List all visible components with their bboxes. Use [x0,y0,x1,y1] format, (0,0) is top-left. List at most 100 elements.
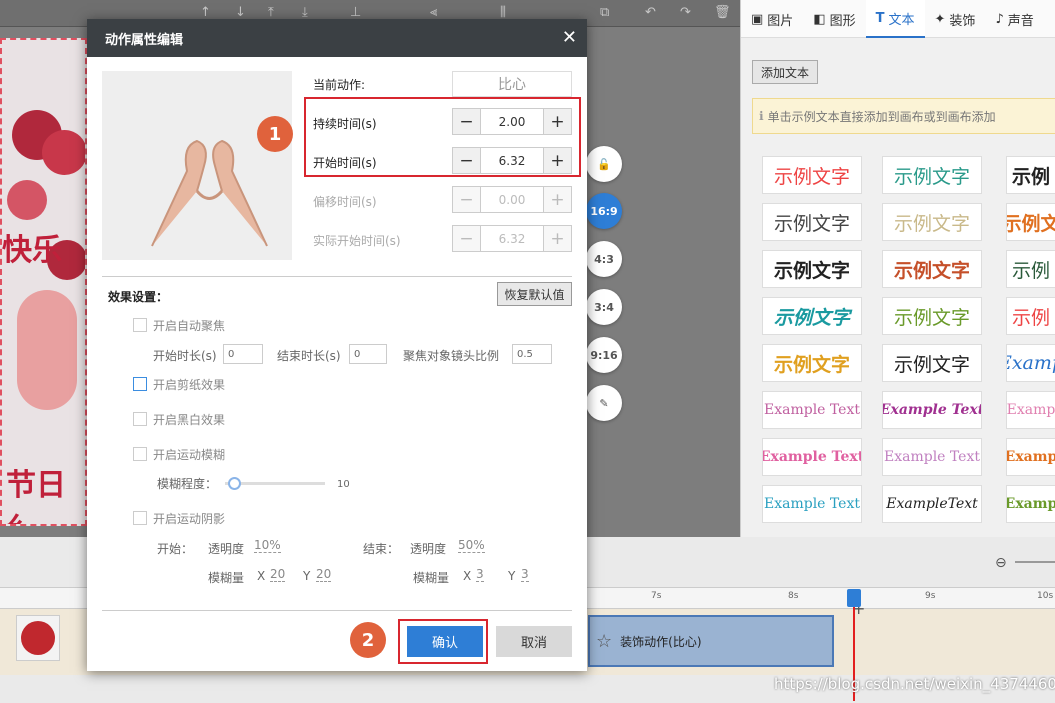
bw-checkbox[interactable] [133,412,147,426]
text-sample[interactable]: Examp [1006,391,1055,429]
shadow-end-y-value[interactable]: 3 [521,567,529,582]
tab-image[interactable]: ▣ 图片 [741,0,803,38]
ratio-3-4-button[interactable]: 3:4 [586,289,622,325]
tab-decoration[interactable]: ✦ 装饰 [925,0,986,38]
lock-icon[interactable]: 🔓 [586,146,622,182]
text-sample[interactable]: Example Text [762,391,862,429]
text-sample[interactable]: 示例文字 [762,250,862,288]
af-ratio-input[interactable]: 0.5 [512,344,552,364]
text-sample[interactable]: Example Text [882,391,982,429]
actual-start-decrement-button: − [453,226,480,251]
text-sample[interactable]: Examp [1006,344,1055,382]
shadow-start-x-label: X [257,569,266,583]
text-sample[interactable]: 示例文字 [762,344,862,382]
star-icon: ☆ [596,630,613,652]
aspect-ratio-bar: 🔓 16:9 4:3 3:4 9:16 ✎ [586,140,628,430]
group-icon[interactable]: ⧉ [600,5,609,20]
heart-hands-image [151,139,268,247]
text-sample[interactable]: 示例文字 [882,297,982,335]
text-sample[interactable]: 示例 [1006,156,1055,194]
actual-start-label: 实际开始时间(s) [313,234,401,248]
text-sample[interactable]: Examp [1006,438,1055,476]
text-sample[interactable]: 示例文字 [762,203,862,241]
redo-icon[interactable]: ↷ [680,5,691,20]
move-bottom-icon[interactable]: ⤓ [302,5,308,20]
shadow-start-opacity-value[interactable]: 10% [254,538,281,553]
cancel-button[interactable]: 取消 [496,626,572,657]
zoom-slider[interactable] [1015,561,1055,563]
delete-icon[interactable]: 🗑 [714,5,731,20]
image-icon: ▣ [751,11,764,27]
info-icon: ℹ [759,109,764,123]
ratio-4-3-button[interactable]: 4:3 [586,241,622,277]
track-thumbnail[interactable] [16,615,60,661]
text-sample[interactable]: 示例 [1006,297,1055,335]
restore-defaults-button[interactable]: 恢复默认值 [497,282,572,306]
text-sample[interactable]: 示例文字 [882,344,982,382]
blur-degree-value: 10 [337,479,350,490]
text-sample[interactable]: Example Text [762,438,862,476]
align-center-icon[interactable]: ⫼ [500,5,506,20]
move-down-icon[interactable]: ↓ [235,5,246,20]
shadow-end-x-value[interactable]: 3 [476,567,484,582]
text-icon: T [875,10,885,26]
undo-icon[interactable]: ↶ [645,5,656,20]
move-top-icon[interactable]: ⤒ [268,5,274,20]
timeline-action-bar[interactable]: ☆ 装饰动作(比心) [588,615,834,667]
af-end-input[interactable]: 0 [349,344,387,364]
current-action-label: 当前动作: [313,78,366,92]
dialog-header: 动作属性编辑 ✕ [87,19,587,57]
ratio-9-16-button[interactable]: 9:16 [586,337,622,373]
text-sample[interactable]: 示例文字 [762,297,862,335]
align-icon[interactable]: ⊥ [350,5,361,20]
ratio-16-9-button[interactable]: 16:9 [586,193,622,229]
action-properties-dialog: 动作属性编辑 ✕ 当前动作: 比心 持续时间(s) − 2.00 + 开始时间(… [87,19,587,671]
tab-text[interactable]: T 文本 [865,0,925,38]
canvas-poster[interactable]: 快乐 节日纟 [0,38,87,526]
right-panel: ▣ 图片 ◧ 图形 T 文本 ✦ 装饰 ♪ 声音 添加文本 ℹ 单击示例文本直接添加到画布或… [740,0,1055,537]
tick-10s: 10s [1037,591,1054,601]
dialog-title: 动作属性编辑 [105,32,184,48]
highlight-box-2 [398,619,488,664]
panel-tabs: ▣ 图片 ◧ 图形 T 文本 ✦ 装饰 ♪ 声音 [741,0,1055,38]
af-end-label: 结束时长(s) [277,349,341,363]
align-left-icon[interactable]: ⫷ [430,5,437,20]
blur-degree-slider-handle[interactable] [228,477,241,490]
motion-shadow-checkbox[interactable] [133,511,147,525]
text-sample[interactable]: Example Text [882,438,982,476]
af-start-input[interactable]: 0 [223,344,263,364]
divider [102,610,572,611]
close-icon[interactable]: ✕ [562,27,577,48]
motion-blur-checkbox[interactable] [133,447,147,461]
text-sample[interactable]: 示例文字 [882,250,982,288]
text-sample[interactable]: ExampleText [882,485,982,523]
edit-icon[interactable]: ✎ [586,385,622,421]
step-badge-1: 1 [257,116,293,152]
text-sample[interactable]: 示例文字 [882,203,982,241]
text-sample[interactable]: Examp [1006,485,1055,523]
actual-start-input: 6.32 [480,226,544,251]
move-up-icon[interactable]: ↑ [200,5,211,20]
text-sample[interactable]: Example Text [762,485,862,523]
autofocus-checkbox[interactable] [133,318,147,332]
highlight-box-1 [304,97,581,177]
playhead-handle[interactable] [847,589,861,607]
zoom-out-icon[interactable]: ⊖ [995,555,1007,571]
tab-sound[interactable]: ♪ 声音 [985,0,1043,38]
tick-8s: 8s [788,591,799,601]
papercut-checkbox[interactable] [133,377,147,391]
text-sample[interactable]: 示例文 [1006,203,1055,241]
shadow-start-x-value[interactable]: 20 [270,567,286,582]
shadow-start-y-value[interactable]: 20 [316,567,332,582]
add-text-button[interactable]: 添加文本 [752,60,818,84]
shadow-end-opacity-value[interactable]: 50% [458,538,485,553]
motion-shadow-label: 开启运动阴影 [153,512,226,526]
text-sample[interactable]: 示例 [1006,250,1055,288]
offset-input: 0.00 [480,187,544,212]
current-action-field: 比心 [452,71,572,97]
tab-shape[interactable]: ◧ 图形 [803,0,865,38]
text-sample[interactable]: 示例文字 [762,156,862,194]
text-sample[interactable]: 示例文字 [882,156,982,194]
watermark: https://blog.csdn.net/weixin_43744600 [774,675,1055,693]
divider [102,276,572,277]
